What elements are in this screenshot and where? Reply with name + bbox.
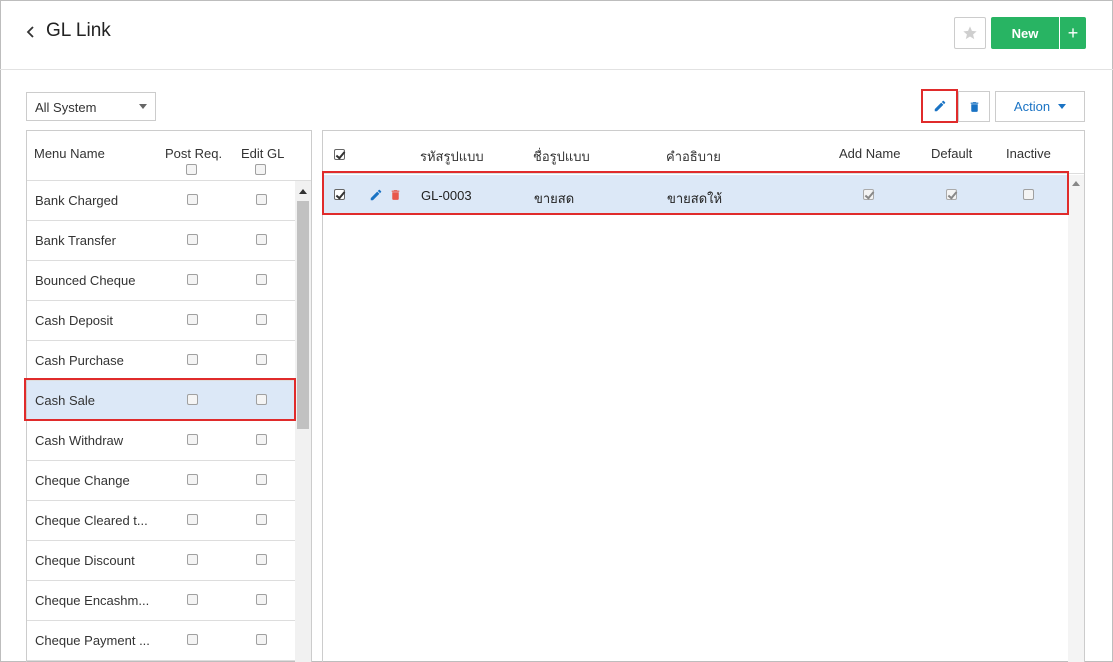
gl-format-header: รหัสรูปแบบ ชื่อรูปแบบ คำอธิบาย Add Name … [323,131,1084,174]
post-req-checkbox[interactable] [187,234,198,245]
menu-row-name: Cheque Encashm... [35,593,150,608]
edit-gl-checkbox[interactable] [256,394,267,405]
column-menu-name: Menu Name [34,146,105,161]
post-req-checkbox[interactable] [187,354,198,365]
menu-list-panel: Menu Name Post Req. Edit GL Bank Charged… [26,130,312,662]
menu-row[interactable]: Bounced Cheque [27,261,295,301]
add-name-checkbox[interactable] [863,189,874,200]
edit-gl-checkbox[interactable] [256,314,267,325]
column-edit-gl: Edit GL [241,146,285,161]
action-label: Action [1013,99,1051,114]
menu-row-name: Cash Sale [35,393,95,408]
menu-row[interactable]: Cash Deposit [27,301,295,341]
menu-row-name: Cheque Cleared t... [35,513,148,528]
menu-row[interactable]: Bank Charged [27,181,295,221]
scroll-up-icon[interactable] [299,189,307,194]
select-all-checkbox[interactable] [334,149,345,160]
pencil-icon[interactable] [369,188,383,202]
post-req-checkbox[interactable] [187,194,198,205]
gl-format-panel: รหัสรูปแบบ ชื่อรูปแบบ คำอธิบาย Add Name … [322,130,1085,662]
edit-gl-checkbox[interactable] [256,274,267,285]
menu-row[interactable]: Cheque Encashm... [27,581,295,621]
cell-description: ขายสดให้ [667,191,723,206]
cell-code: GL-0003 [421,188,472,203]
default-checkbox[interactable] [946,189,957,200]
post-req-checkbox[interactable] [187,394,198,405]
post-req-checkbox[interactable] [187,514,198,525]
edit-gl-checkbox[interactable] [256,634,267,645]
menu-list-scrollbar[interactable] [295,181,311,662]
edit-gl-checkbox[interactable] [256,194,267,205]
action-dropdown[interactable]: Action [995,91,1085,122]
scrollbar-thumb[interactable] [297,201,309,429]
post-req-checkbox[interactable] [187,434,198,445]
page-title: GL Link [46,20,111,41]
menu-row-name: Cheque Discount [35,553,135,568]
menu-row-name: Bank Charged [35,193,119,208]
edit-gl-checkbox[interactable] [256,474,267,485]
menu-row-name: Bounced Cheque [35,273,136,288]
system-filter-select[interactable]: All System [26,92,156,121]
edit-button[interactable] [921,89,958,123]
column-code: รหัสรูปแบบ [420,149,484,164]
plus-icon[interactable]: + [1060,17,1086,49]
page-header: GL Link New + [0,0,1113,70]
edit-gl-checkbox[interactable] [256,594,267,605]
delete-button[interactable] [958,91,990,122]
edit-gl-checkbox[interactable] [256,434,267,445]
menu-row-name: Cash Purchase [35,353,124,368]
edit-gl-checkbox[interactable] [256,554,267,565]
column-default: Default [931,146,973,161]
post-req-checkbox[interactable] [187,554,198,565]
column-inactive: Inactive [1006,146,1051,161]
trash-icon [970,101,978,112]
edit-gl-all-checkbox[interactable] [255,164,266,175]
caret-down-icon [139,104,147,109]
caret-down-icon [1058,104,1067,109]
post-req-checkbox[interactable] [187,274,198,285]
edit-gl-checkbox[interactable] [256,234,267,245]
post-req-checkbox[interactable] [187,594,198,605]
new-button[interactable]: New [991,17,1059,49]
inactive-checkbox[interactable] [1023,189,1034,200]
menu-row[interactable]: Cheque Change [27,461,295,501]
menu-list-rows: Bank Charged Bank Transfer Bounced Chequ… [27,181,295,661]
column-post-req: Post Req. [165,146,223,161]
menu-row-name: Cash Deposit [35,313,114,328]
menu-row-selected[interactable]: Cash Sale [27,381,295,421]
menu-row[interactable]: Cash Withdraw [27,421,295,461]
menu-row[interactable]: Cheque Cleared t... [27,501,295,541]
gl-format-scrollbar[interactable] [1068,175,1084,662]
edit-gl-checkbox[interactable] [256,514,267,525]
cell-format-name: ขายสด [534,191,575,206]
edit-gl-checkbox[interactable] [256,354,267,365]
menu-row[interactable]: Cash Purchase [27,341,295,381]
post-req-checkbox[interactable] [187,634,198,645]
menu-row[interactable]: Bank Transfer [27,221,295,261]
scroll-up-icon[interactable] [1072,181,1080,186]
column-add-name: Add Name [839,146,901,161]
menu-row-name: Bank Transfer [35,233,116,248]
trash-icon[interactable] [389,187,402,203]
menu-row-name: Cash Withdraw [35,433,124,448]
menu-row-name: Cheque Payment ... [35,633,150,648]
favorite-button[interactable] [954,17,986,49]
column-format-name: ชื่อรูปแบบ [533,149,590,164]
system-filter-value: All System [35,100,97,115]
chevron-left-icon[interactable] [24,22,38,42]
menu-row-name: Cheque Change [35,473,130,488]
menu-row[interactable]: Cheque Discount [27,541,295,581]
post-req-checkbox[interactable] [187,474,198,485]
gl-format-row[interactable]: GL-0003 ขายสด ขายสดให้ [323,175,1068,214]
post-req-all-checkbox[interactable] [186,164,197,175]
column-description: คำอธิบาย [666,149,721,164]
menu-row[interactable]: Cheque Payment ... [27,621,295,661]
pencil-icon [934,100,945,112]
row-select-checkbox[interactable] [334,189,345,200]
star-icon [963,26,977,40]
menu-list-header: Menu Name Post Req. Edit GL [27,131,311,181]
post-req-checkbox[interactable] [187,314,198,325]
